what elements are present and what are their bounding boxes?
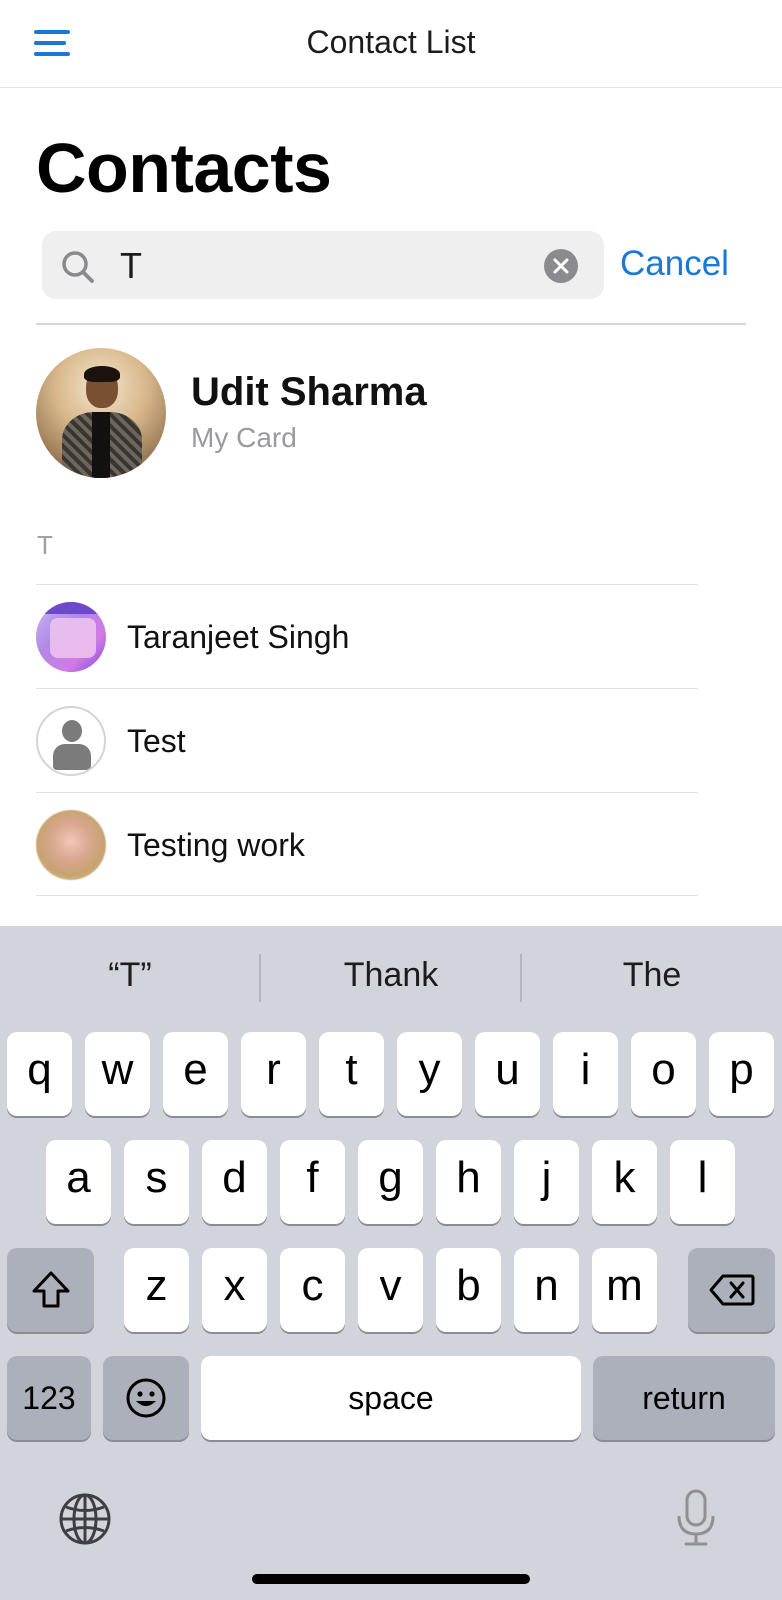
key-t[interactable]: t <box>319 1032 384 1116</box>
cancel-button[interactable]: Cancel <box>620 244 729 284</box>
my-card-subtitle: My Card <box>191 422 297 453</box>
search-input[interactable]: T <box>120 245 142 287</box>
predictive-suggestion-bar: “T” Thank The <box>0 926 782 1030</box>
search-icon <box>62 251 94 283</box>
key-s[interactable]: s <box>124 1140 189 1224</box>
key-v[interactable]: v <box>358 1248 423 1332</box>
key-w[interactable]: w <box>85 1032 150 1116</box>
close-icon <box>553 258 569 274</box>
key-l[interactable]: l <box>670 1140 735 1224</box>
contact-avatar <box>36 602 106 672</box>
contact-name: Testing work <box>127 827 305 863</box>
contact-list: Taranjeet Singh Test Testing work <box>36 584 698 896</box>
key-b[interactable]: b <box>436 1248 501 1332</box>
key-r[interactable]: r <box>241 1032 306 1116</box>
contact-row[interactable]: Testing work <box>36 792 698 896</box>
key-k[interactable]: k <box>592 1140 657 1224</box>
key-y[interactable]: y <box>397 1032 462 1116</box>
suggestion-3[interactable]: The <box>522 956 782 995</box>
key-f[interactable]: f <box>280 1140 345 1224</box>
backspace-icon <box>709 1274 754 1306</box>
suggestion-1[interactable]: “T” <box>0 956 260 995</box>
space-key[interactable]: space <box>201 1356 581 1440</box>
search-field[interactable]: T <box>42 231 604 299</box>
contact-name: Taranjeet Singh <box>127 619 350 655</box>
key-g[interactable]: g <box>358 1140 423 1224</box>
page-title: Contacts <box>36 129 332 207</box>
person-placeholder-icon <box>36 706 106 776</box>
backspace-key[interactable] <box>688 1248 775 1332</box>
home-indicator <box>252 1574 530 1584</box>
contact-row[interactable]: Test <box>36 688 698 792</box>
contact-row[interactable]: Taranjeet Singh <box>36 584 698 688</box>
key-x[interactable]: x <box>202 1248 267 1332</box>
key-c[interactable]: c <box>280 1248 345 1332</box>
key-i[interactable]: i <box>553 1032 618 1116</box>
key-j[interactable]: j <box>514 1140 579 1224</box>
globe-icon[interactable] <box>58 1492 112 1546</box>
emoji-icon <box>126 1378 166 1418</box>
divider <box>36 323 746 325</box>
key-u[interactable]: u <box>475 1032 540 1116</box>
return-key[interactable]: return <box>593 1356 775 1440</box>
suggestion-2[interactable]: Thank <box>261 956 521 995</box>
key-e[interactable]: e <box>163 1032 228 1116</box>
numbers-key[interactable]: 123 <box>7 1356 91 1440</box>
key-d[interactable]: d <box>202 1140 267 1224</box>
navigation-bar: Contact List <box>0 0 782 88</box>
my-card[interactable]: Udit Sharma My Card <box>36 348 736 480</box>
key-z[interactable]: z <box>124 1248 189 1332</box>
on-screen-keyboard: “T” Thank The q w e r t y u i o p a s d … <box>0 926 782 1600</box>
key-n[interactable]: n <box>514 1248 579 1332</box>
contact-name: Test <box>127 723 186 759</box>
key-q[interactable]: q <box>7 1032 72 1116</box>
shift-key[interactable] <box>7 1248 94 1332</box>
my-card-avatar <box>36 348 166 478</box>
nav-title: Contact List <box>306 24 476 60</box>
key-m[interactable]: m <box>592 1248 657 1332</box>
key-p[interactable]: p <box>709 1032 774 1116</box>
key-o[interactable]: o <box>631 1032 696 1116</box>
emoji-key[interactable] <box>103 1356 189 1440</box>
section-index-header: T <box>37 530 53 560</box>
key-h[interactable]: h <box>436 1140 501 1224</box>
contact-list-screen: Contact List Contacts T Cancel Udit Shar… <box>0 0 782 1600</box>
shift-arrow-icon <box>32 1271 69 1308</box>
my-card-name: Udit Sharma <box>191 370 427 414</box>
key-a[interactable]: a <box>46 1140 111 1224</box>
clear-search-button[interactable] <box>544 249 578 283</box>
contact-avatar <box>36 810 106 880</box>
microphone-icon[interactable] <box>674 1488 718 1548</box>
